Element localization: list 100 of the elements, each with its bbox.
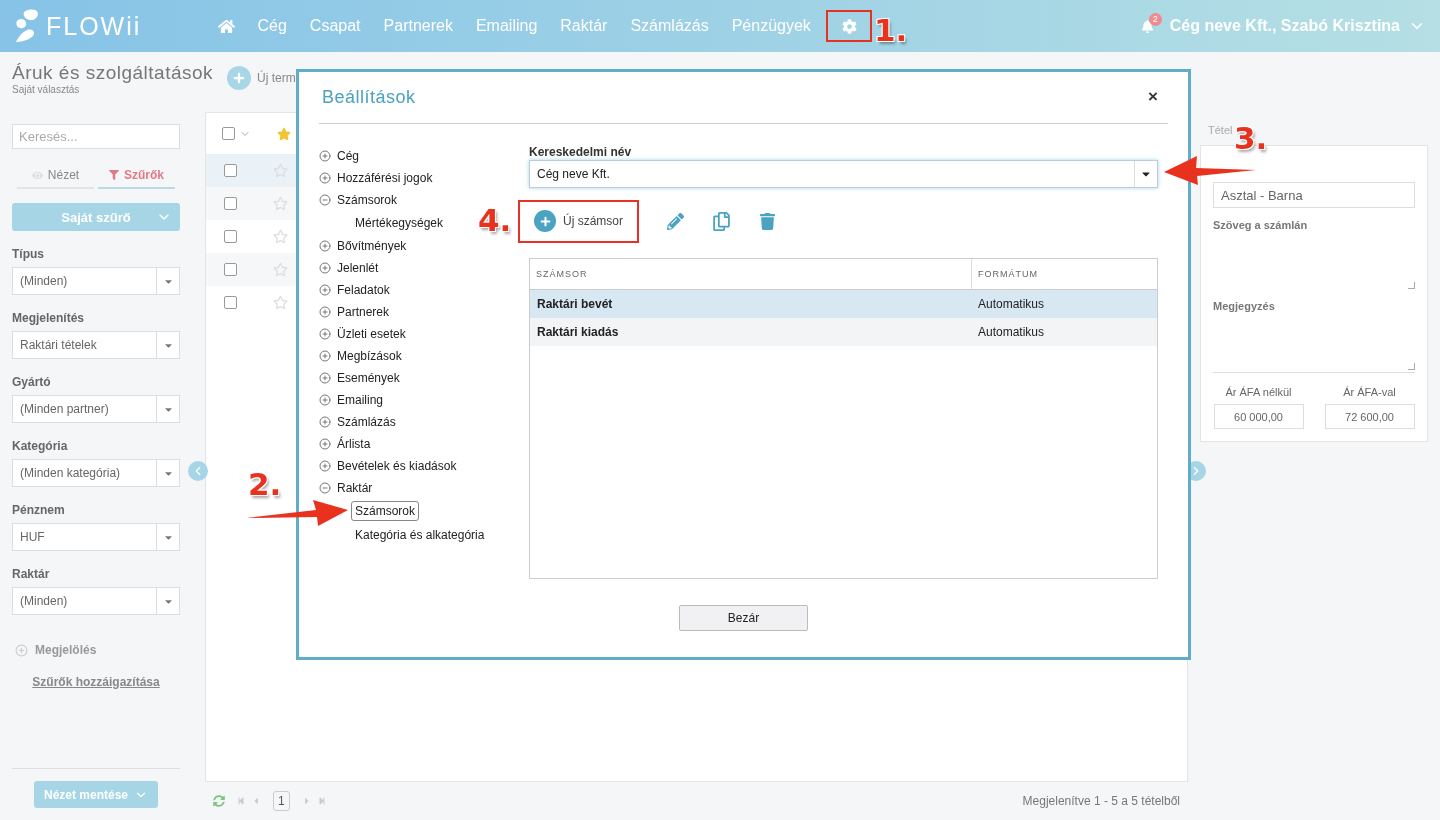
- search-field[interactable]: Keresés...: [12, 124, 180, 149]
- tree-item[interactable]: Számsorok: [319, 188, 398, 211]
- bell-icon[interactable]: [1140, 19, 1154, 33]
- tree-item[interactable]: Emailing: [319, 388, 384, 411]
- table-cell-text: Automatikus: [977, 323, 1046, 341]
- new-series-button[interactable]: Új számsor: [518, 199, 639, 243]
- delete-icon[interactable]: [759, 212, 776, 230]
- row-checkbox[interactable]: [224, 197, 237, 210]
- plus-circle-icon: [319, 393, 331, 406]
- plus-icon: [534, 210, 556, 233]
- refresh-icon[interactable]: [213, 795, 225, 807]
- eye-icon: [31, 169, 43, 181]
- close-dialog-button[interactable]: Bezár: [679, 604, 808, 631]
- tree-item[interactable]: Mértékegységek: [351, 210, 448, 235]
- star-icon[interactable]: [273, 229, 288, 244]
- field-label: Kereskedelmi név: [529, 144, 633, 159]
- pager-summary: Megjelenítve 1 - 5 a 5 tételből: [1022, 794, 1180, 808]
- table-cell-text: Automatikus: [977, 295, 1046, 313]
- table-cell-text: Raktári bevét: [536, 295, 614, 313]
- minus-circle-icon: [319, 481, 331, 494]
- plus-circle-icon: [319, 459, 331, 472]
- plus-circle-icon: [319, 171, 331, 184]
- row-checkbox[interactable]: [224, 296, 237, 309]
- tree-item[interactable]: Események: [319, 366, 400, 389]
- page-subtitle: Saját választás: [12, 83, 81, 95]
- step-number: 4.: [478, 202, 512, 238]
- tree-item[interactable]: Raktár: [319, 476, 373, 499]
- field-label: Ár ÁFA-val: [1343, 386, 1396, 398]
- filter-select[interactable]: (Minden kategória): [12, 459, 180, 487]
- close-button[interactable]: ×: [1148, 87, 1158, 108]
- trade-name-select[interactable]: Cég neve Kft.: [529, 159, 1158, 188]
- plus-circle-icon: [319, 149, 331, 162]
- first-page-icon[interactable]: [237, 797, 245, 805]
- filter-label: Kategória: [12, 439, 69, 453]
- edit-icon[interactable]: [667, 212, 684, 230]
- table-row[interactable]: Raktári bevét Automatikus: [530, 289, 1157, 318]
- tree-item[interactable]: Bevételek és kiadások: [319, 454, 457, 477]
- logo: FLOWii: [46, 11, 142, 41]
- step-number: 2.: [248, 466, 282, 502]
- star-icon[interactable]: [273, 196, 288, 211]
- plus-circle-icon: [319, 371, 331, 384]
- last-page-icon[interactable]: [317, 797, 326, 805]
- field-label: Megjegyzés: [1213, 300, 1276, 312]
- row-checkbox[interactable]: [224, 230, 237, 243]
- name-field[interactable]: Asztal - Barna: [1213, 182, 1415, 208]
- copy-icon[interactable]: [712, 211, 731, 231]
- tree-item[interactable]: Árlista: [319, 432, 371, 455]
- gear-icon: [841, 18, 857, 34]
- tree-item[interactable]: Üzleti esetek: [319, 322, 406, 345]
- plus-circle-icon: [319, 283, 331, 296]
- dialog-title: Beállítások: [322, 86, 416, 108]
- filter-select[interactable]: (Minden partner): [12, 395, 180, 423]
- plus-circle-icon: [319, 239, 331, 252]
- page-number[interactable]: 1: [273, 791, 290, 811]
- step-number: 1.: [874, 12, 908, 48]
- filter-label: Gyártó: [12, 375, 52, 389]
- tree-item[interactable]: Hozzáférési jogok: [319, 166, 433, 189]
- price-field[interactable]: 60 000,00: [1213, 404, 1304, 429]
- filter-label: Raktár: [12, 567, 51, 581]
- tree-item[interactable]: Kategória és alkategória: [351, 522, 489, 547]
- tree-item[interactable]: Partnerek: [319, 300, 390, 323]
- filter-label: Pénznem: [12, 503, 66, 517]
- plus-icon: [227, 66, 252, 90]
- table-cell-text: Raktári kiadás: [536, 323, 620, 341]
- step-number: 3.: [1234, 120, 1268, 156]
- plus-circle-icon: [319, 349, 331, 362]
- filter-select[interactable]: (Minden): [12, 267, 180, 295]
- filter-select[interactable]: HUF: [12, 523, 180, 551]
- tree-item[interactable]: Cég: [319, 144, 359, 167]
- star-icon[interactable]: [273, 295, 288, 310]
- filter-icon: [109, 170, 119, 180]
- settings-button[interactable]: [826, 10, 873, 42]
- field-label: Ár ÁFA nélkül: [1225, 386, 1292, 398]
- filter-select[interactable]: Raktári tételek: [12, 331, 180, 359]
- row-checkbox[interactable]: [224, 164, 237, 177]
- filter-label: Megjelenítés: [12, 311, 86, 325]
- tree-item[interactable]: Feladatok: [319, 278, 390, 301]
- star-icon[interactable]: [273, 163, 288, 178]
- filter-select[interactable]: (Minden): [12, 587, 180, 615]
- star-icon[interactable]: [277, 126, 291, 141]
- price-field[interactable]: 72 600,00: [1324, 404, 1415, 429]
- select-all-checkbox[interactable]: [222, 127, 235, 140]
- logo-icon: [14, 8, 40, 44]
- collapse-left-button[interactable]: [188, 461, 208, 481]
- tree-item[interactable]: Számlázás: [319, 410, 396, 433]
- column-header: SZÁMSOR: [535, 267, 589, 281]
- notification-badge: 2: [1148, 12, 1162, 26]
- tree-item[interactable]: Számsorok: [351, 500, 420, 521]
- tree-item[interactable]: Jelenlét: [319, 256, 379, 279]
- tree-item[interactable]: Bővítmények: [319, 234, 407, 257]
- row-checkbox[interactable]: [224, 263, 237, 276]
- mark-label: Megjelölés: [35, 643, 97, 657]
- plus-circle-icon: [319, 437, 331, 450]
- column-header: FORMÁTUM: [971, 258, 1157, 289]
- tree-item[interactable]: Megbízások: [319, 344, 402, 367]
- page-title: Áruk és szolgáltatások: [12, 61, 214, 84]
- table-row[interactable]: Raktári kiadás Automatikus: [530, 317, 1157, 346]
- star-icon[interactable]: [273, 262, 288, 277]
- plus-circle-icon[interactable]: [15, 643, 28, 657]
- minus-circle-icon: [319, 193, 331, 206]
